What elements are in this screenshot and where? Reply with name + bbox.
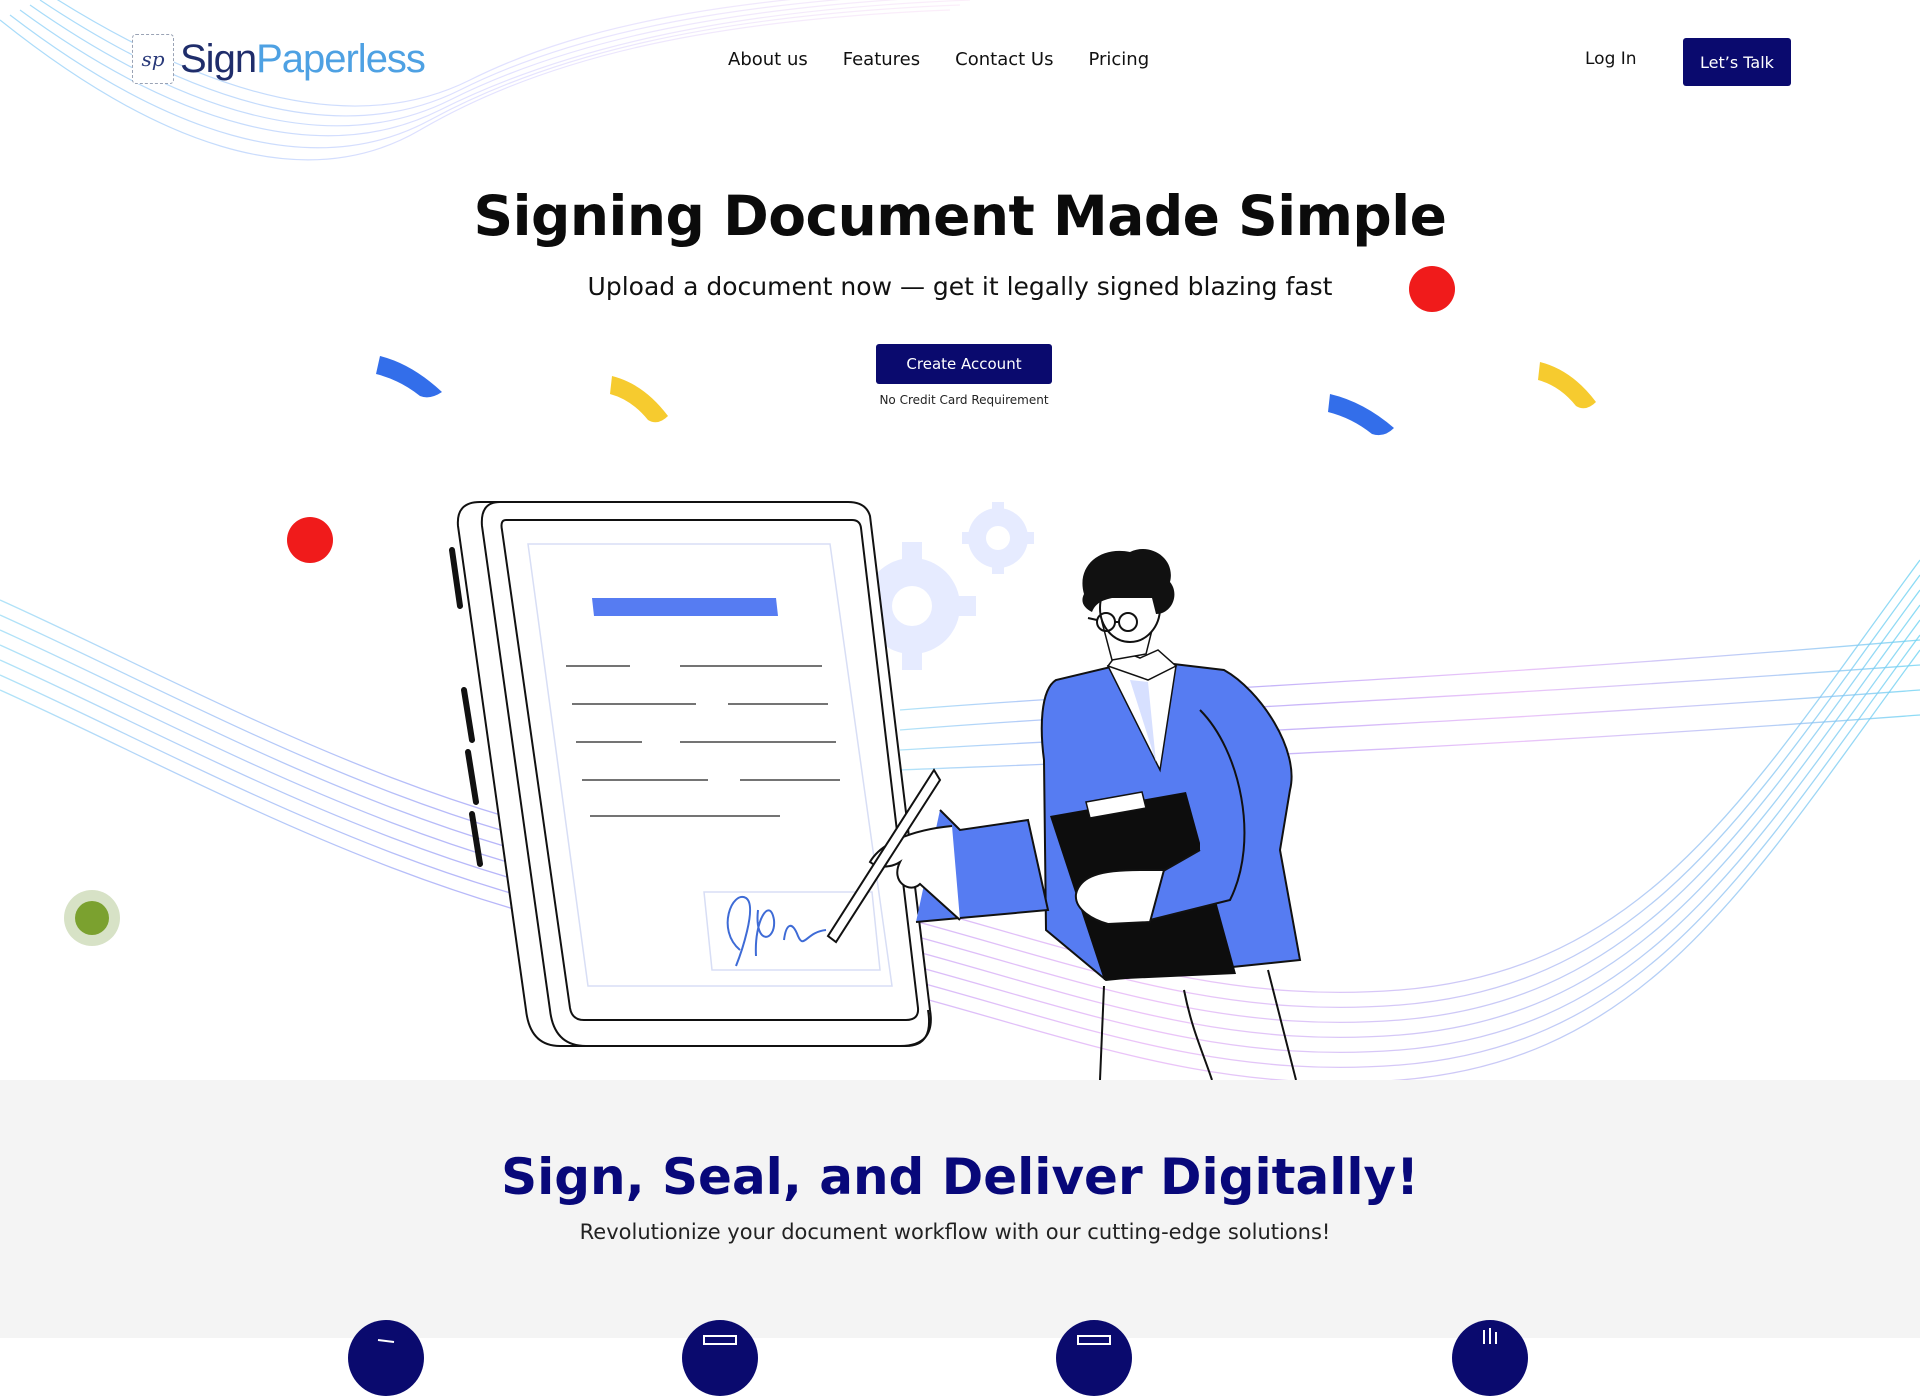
hero-subtitle: Upload a document now — get it legally s…: [587, 272, 1333, 301]
login-link[interactable]: Log In: [1585, 49, 1637, 69]
logo-word-paperless: Paperless: [256, 36, 426, 81]
features-intro-section: Sign, Seal, and Deliver Digitally! Revol…: [0, 1080, 1920, 1396]
hero-title: Signing Document Made Simple: [473, 184, 1447, 248]
lets-talk-button[interactable]: Let’s Talk: [1683, 38, 1791, 86]
chat-indicator-icon: [75, 901, 109, 935]
create-account-button[interactable]: Create Account: [876, 344, 1052, 384]
logo-word-sign: Sign: [180, 36, 257, 81]
section-title: Sign, Seal, and Deliver Digitally!: [501, 1148, 1419, 1206]
red-dot-right: [1409, 266, 1455, 312]
nav-pricing[interactable]: Pricing: [1088, 49, 1149, 70]
hero-section: sp SignPaperless About us Features Conta…: [0, 0, 1920, 1080]
confetti-blue-left: [376, 356, 442, 398]
no-credit-card-note: No Credit Card Requirement: [879, 393, 1049, 407]
nav-contact-us[interactable]: Contact Us: [955, 49, 1053, 70]
nav-features[interactable]: Features: [843, 49, 920, 70]
logo-mark-icon: sp: [132, 34, 174, 84]
send-icon: [348, 1320, 424, 1396]
logo[interactable]: sp SignPaperless: [132, 34, 426, 84]
chart-icon: [1452, 1320, 1528, 1396]
confetti-yellow-right: [1538, 362, 1596, 409]
logo-wordmark: SignPaperless: [180, 36, 426, 82]
nav-about-us[interactable]: About us: [728, 49, 808, 70]
section-subtitle: Revolutionize your document workflow wit…: [579, 1220, 1331, 1244]
confetti-blue-right: [1328, 394, 1394, 436]
confetti-yellow-left: [610, 376, 668, 423]
laptop-icon: [682, 1320, 758, 1396]
chat-widget-button[interactable]: [64, 890, 120, 946]
main-nav: About us Features Contact Us Pricing: [728, 49, 1149, 70]
signing-illustration: [449, 501, 1302, 1080]
monitor-icon: [1056, 1320, 1132, 1396]
red-dot-left: [287, 517, 333, 563]
